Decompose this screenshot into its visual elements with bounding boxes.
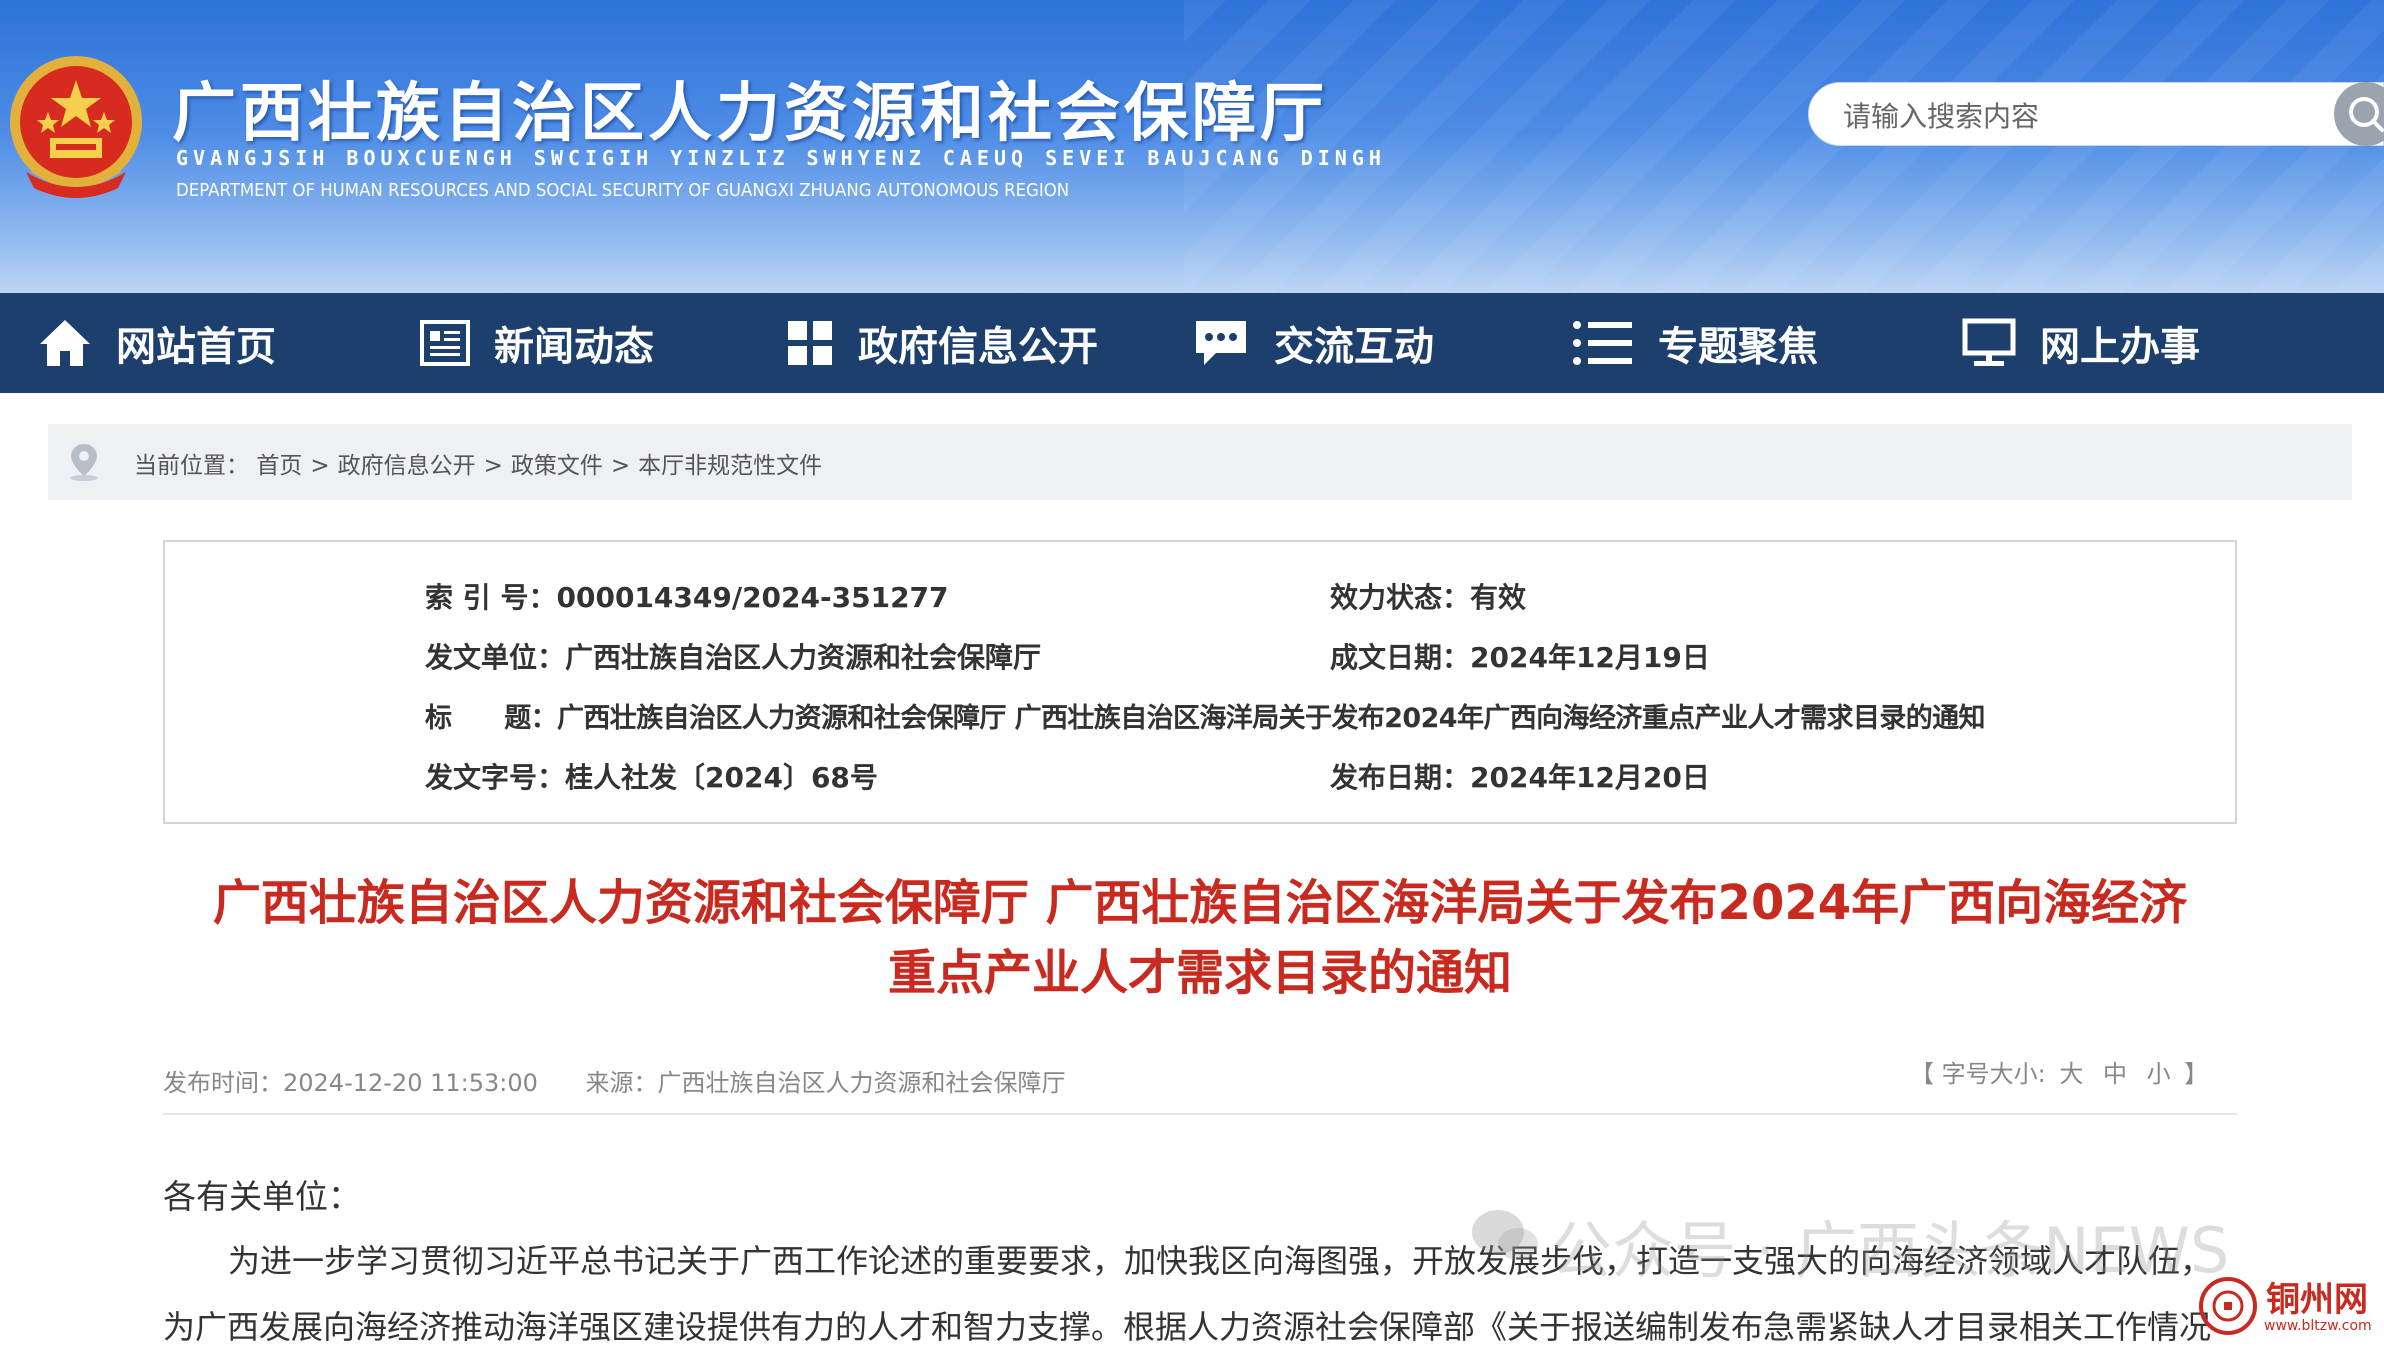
meta-value: 广西壮族自治区人力资源和社会保障厅 广西壮族自治区海洋局关于发布2024年广西向… bbox=[557, 703, 1986, 734]
meta-label: 索 引 号： bbox=[425, 581, 557, 614]
article-title-line: 广西壮族自治区人力资源和社会保障厅 广西壮族自治区海洋局关于发布2024年广西向… bbox=[212, 875, 2188, 931]
content-divider bbox=[163, 1113, 2237, 1115]
breadcrumb-gov-info[interactable]: 政府信息公开 bbox=[338, 453, 476, 479]
breadcrumb-current[interactable]: 本厅非规范性文件 bbox=[638, 453, 822, 479]
wechat-icon bbox=[1472, 1210, 1538, 1260]
news-icon bbox=[420, 320, 470, 366]
breadcrumb-separator: > bbox=[483, 453, 503, 479]
breadcrumb-policy-docs[interactable]: 政策文件 bbox=[511, 453, 603, 479]
meta-doc-number: 发文字号：桂人社发〔2024〕68号 bbox=[425, 756, 878, 796]
font-size-close: 】 bbox=[2184, 1060, 2209, 1088]
nav-item-label: 网站首页 bbox=[116, 324, 276, 370]
meta-label: 效力状态： bbox=[1330, 581, 1471, 614]
publish-info: 发布时间：2024-12-20 11:53:00 来源：广西壮族自治区人力资源和… bbox=[163, 1063, 1106, 1098]
nav-item-label: 专题聚焦 bbox=[1658, 324, 1818, 370]
corner-logo-name: 铜州网 bbox=[2266, 1280, 2368, 1320]
search-button[interactable] bbox=[2334, 82, 2384, 146]
breadcrumb-separator: > bbox=[610, 453, 631, 479]
nav-item-news[interactable]: 新闻动态 bbox=[420, 293, 654, 393]
font-size-control: 【 字号大小: 大 中 小 】 bbox=[1910, 1054, 2208, 1089]
site-title-chinese: 广西壮族自治区人力资源和社会保障厅 bbox=[172, 77, 1328, 151]
meta-label: 成文日期： bbox=[1330, 641, 1471, 674]
location-pin-icon bbox=[70, 444, 98, 481]
grid-icon bbox=[788, 321, 832, 365]
search-input[interactable] bbox=[1841, 95, 2305, 137]
meta-label: 发文单位： bbox=[425, 641, 566, 674]
national-emblem-icon bbox=[10, 56, 142, 198]
watermark-text: 公众号 · 广西头条NEWS bbox=[1550, 1214, 2230, 1287]
nav-item-home[interactable]: 网站首页 bbox=[38, 293, 276, 393]
site-title-zhuang: GVANGJSIH BOUXCUENGH SWCIGIH YINZLIZ SWH… bbox=[176, 146, 1386, 170]
breadcrumb-home[interactable]: 首页 bbox=[256, 453, 302, 479]
search-icon bbox=[2349, 97, 2384, 132]
nav-item-interaction[interactable]: 交流互动 bbox=[1192, 293, 1434, 393]
meta-value: 有效 bbox=[1470, 581, 1527, 614]
font-size-label: 【 字号大小: bbox=[1910, 1060, 2046, 1088]
corner-logo-url: www.bltzw.com bbox=[2264, 1318, 2372, 1334]
meta-status: 效力状态：有效 bbox=[1330, 576, 1526, 616]
article-paragraph: 为广西发展向海经济推动海洋强区建设提供有力的人才和智力支撑。根据人力资源社会保障… bbox=[163, 1308, 2212, 1346]
list-icon bbox=[1573, 321, 1632, 365]
nav-item-gov-info[interactable]: 政府信息公开 bbox=[786, 293, 1098, 393]
site-logo-icon bbox=[2199, 1277, 2257, 1335]
nav-item-label: 新闻动态 bbox=[494, 324, 654, 370]
article-title-line: 重点产业人才需求目录的通知 bbox=[887, 945, 1512, 1001]
breadcrumb: 当前位置： 首页 > 政府信息公开 > 政策文件 > 本厅非规范性文件 bbox=[48, 424, 2352, 500]
font-size-large-button[interactable]: 大 bbox=[2059, 1060, 2083, 1088]
font-size-small-button[interactable]: 小 bbox=[2147, 1060, 2171, 1088]
meta-label: 标 题： bbox=[425, 703, 558, 734]
publish-time: 发布时间：2024-12-20 11:53:00 bbox=[163, 1069, 538, 1097]
meta-issuer: 发文单位：广西壮族自治区人力资源和社会保障厅 bbox=[425, 636, 1041, 676]
main-nav: 网站首页 新闻动态 政府信息公开 交流互动 专题聚焦 网上办事 bbox=[0, 293, 2384, 393]
meta-value: 2024年12月20日 bbox=[1470, 761, 1710, 794]
search-box bbox=[1808, 82, 2384, 146]
meta-value: 广西壮族自治区人力资源和社会保障厅 bbox=[565, 641, 1042, 674]
site-title-english: DEPARTMENT OF HUMAN RESOURCES AND SOCIAL… bbox=[176, 180, 1070, 201]
meta-value: 000014349/2024-351277 bbox=[556, 581, 949, 614]
nav-item-label: 网上办事 bbox=[2040, 324, 2200, 370]
breadcrumb-prefix: 当前位置： bbox=[134, 453, 249, 479]
meta-pub-date: 发布日期：2024年12月20日 bbox=[1330, 756, 1710, 796]
nav-item-label: 交流互动 bbox=[1274, 324, 1434, 370]
corner-logo: 铜州网 www.bltzw.com bbox=[2194, 1272, 2384, 1342]
breadcrumb-separator: > bbox=[310, 453, 330, 479]
meta-title: 标 题：广西壮族自治区人力资源和社会保障厅 广西壮族自治区海洋局关于发布2024… bbox=[425, 696, 1986, 735]
nav-item-online-service[interactable]: 网上办事 bbox=[1962, 293, 2200, 393]
meta-label: 发文字号： bbox=[425, 761, 566, 794]
article-salutation: 各有关单位： bbox=[163, 1177, 361, 1216]
meta-index: 索 引 号：000014349/2024-351277 bbox=[425, 576, 949, 616]
site-header: 广西壮族自治区人力资源和社会保障厅 GVANGJSIH BOUXCUENGH S… bbox=[0, 0, 2384, 293]
home-icon bbox=[40, 320, 90, 366]
document-metadata: 索 引 号：000014349/2024-351277 效力状态：有效 发文单位… bbox=[163, 540, 2237, 824]
article-title: 广西壮族自治区人力资源和社会保障厅 广西壮族自治区海洋局关于发布2024年广西向… bbox=[163, 868, 2237, 1008]
nav-item-topics[interactable]: 专题聚焦 bbox=[1572, 293, 1818, 393]
chat-icon bbox=[1196, 321, 1246, 365]
meta-date-written: 成文日期：2024年12月19日 bbox=[1330, 636, 1710, 676]
meta-value: 2024年12月19日 bbox=[1470, 641, 1710, 674]
font-size-medium-button[interactable]: 中 bbox=[2103, 1060, 2127, 1088]
meta-label: 发布日期： bbox=[1330, 761, 1471, 794]
meta-value: 桂人社发〔2024〕68号 bbox=[565, 761, 878, 794]
publish-source: 来源：广西壮族自治区人力资源和社会保障厅 bbox=[585, 1069, 1066, 1097]
nav-item-label: 政府信息公开 bbox=[858, 324, 1098, 370]
monitor-icon bbox=[1962, 318, 2016, 366]
